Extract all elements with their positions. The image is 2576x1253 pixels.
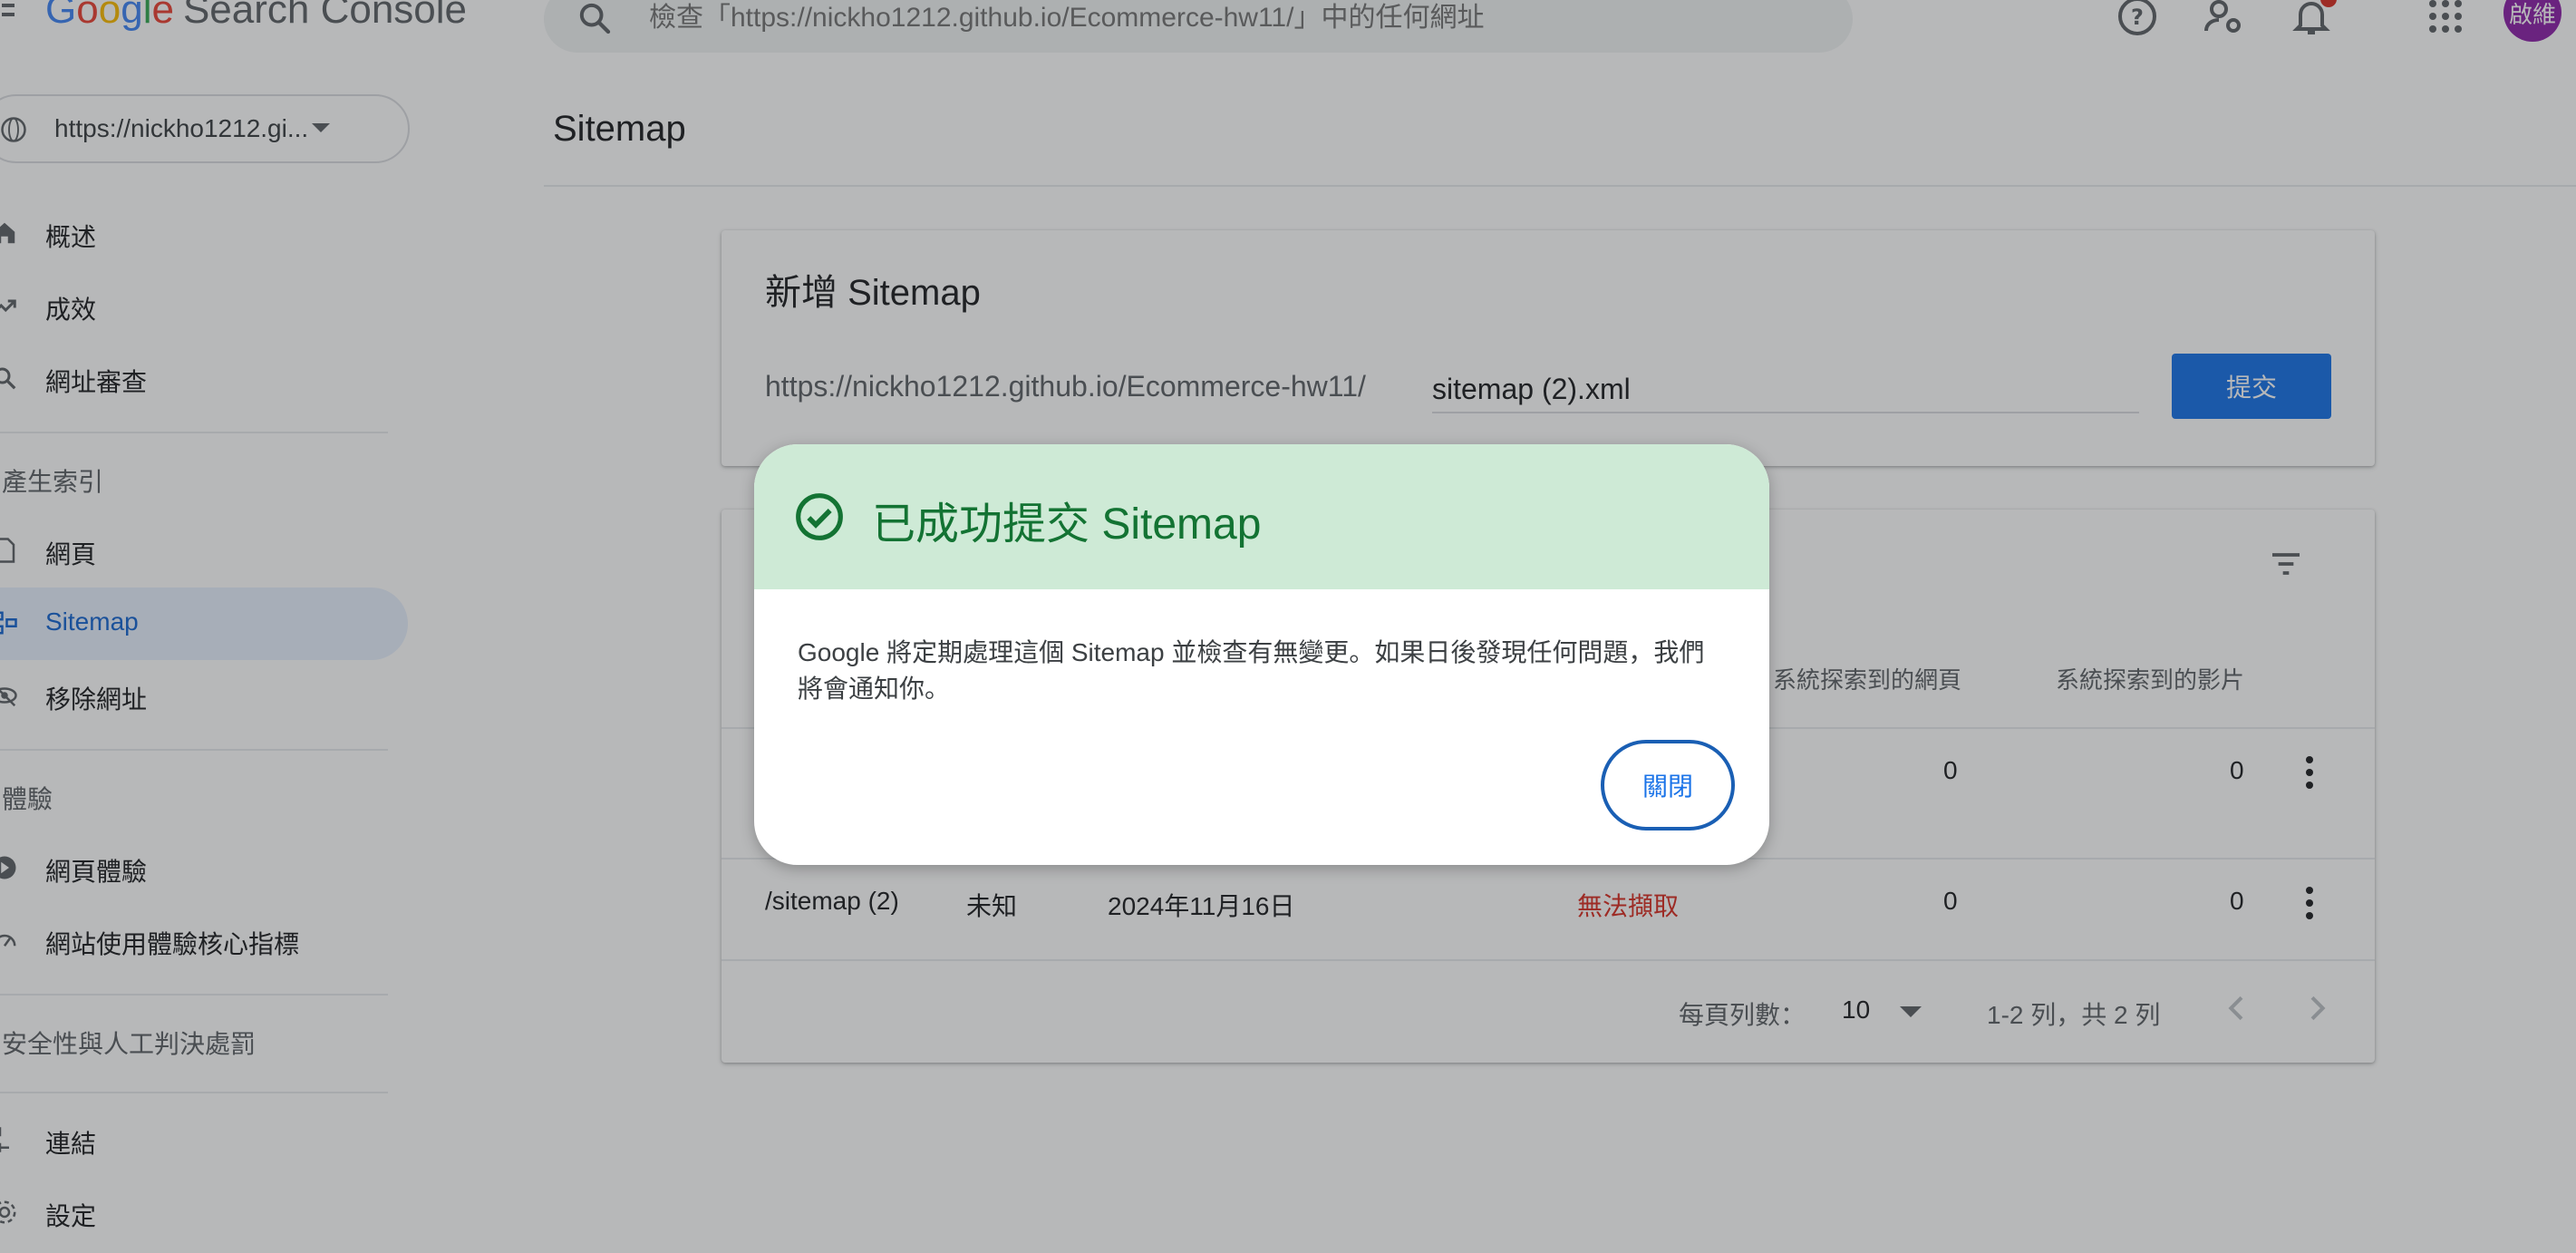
close-button[interactable]: 關閉 bbox=[1601, 740, 1735, 830]
dialog-header: 已成功提交 Sitemap bbox=[754, 444, 1769, 589]
sitemap-submitted-dialog: 已成功提交 Sitemap Google 將定期處理這個 Sitemap 並檢查… bbox=[754, 444, 1769, 865]
dialog-message: Google 將定期處理這個 Sitemap 並檢查有無變更。如果日後發現任何問… bbox=[798, 638, 1705, 703]
dialog-title: 已成功提交 Sitemap bbox=[872, 500, 1262, 549]
check-circle-icon bbox=[796, 493, 843, 540]
